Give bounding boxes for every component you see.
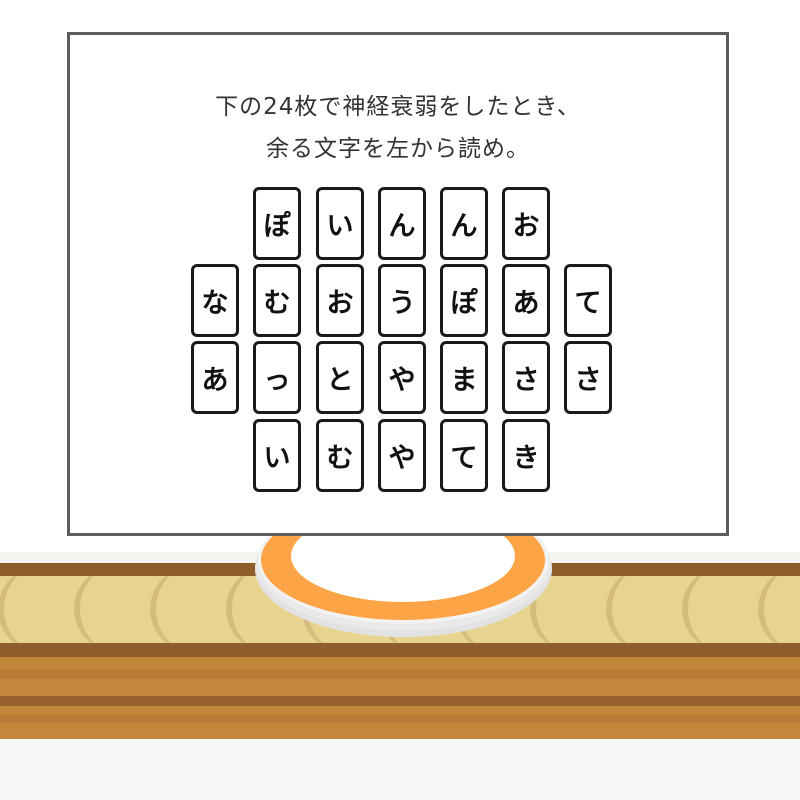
card: お [502,187,550,260]
question-line-2: 余る文字を左から読め。 [266,136,530,162]
card: い [253,419,301,492]
card: む [316,419,364,492]
card: き [502,419,550,492]
card: っ [253,341,301,414]
card: ぽ [253,187,301,260]
card: て [440,419,488,492]
card: て [564,264,612,337]
question-line-1: 下の24枚で神経衰弱をしたとき、 [215,94,581,120]
card: ま [440,341,488,414]
card: お [316,264,364,337]
card: ぽ [440,264,488,337]
card: ん [440,187,488,260]
card: と [316,341,364,414]
counter-band-dark [0,643,800,657]
card: や [378,341,426,414]
card: な [191,264,239,337]
card: や [378,419,426,492]
floor [0,739,800,800]
card: さ [502,341,550,414]
card: ん [378,187,426,260]
counter-wood [0,657,800,739]
puzzle-board: 下の24枚で神経衰弱をしたとき、 余る文字を左から読め。 ぽいんんおなむおうぽあ… [67,32,729,536]
card: う [378,264,426,337]
card: い [316,187,364,260]
card: む [253,264,301,337]
card: あ [502,264,550,337]
card: さ [564,341,612,414]
card: あ [191,341,239,414]
